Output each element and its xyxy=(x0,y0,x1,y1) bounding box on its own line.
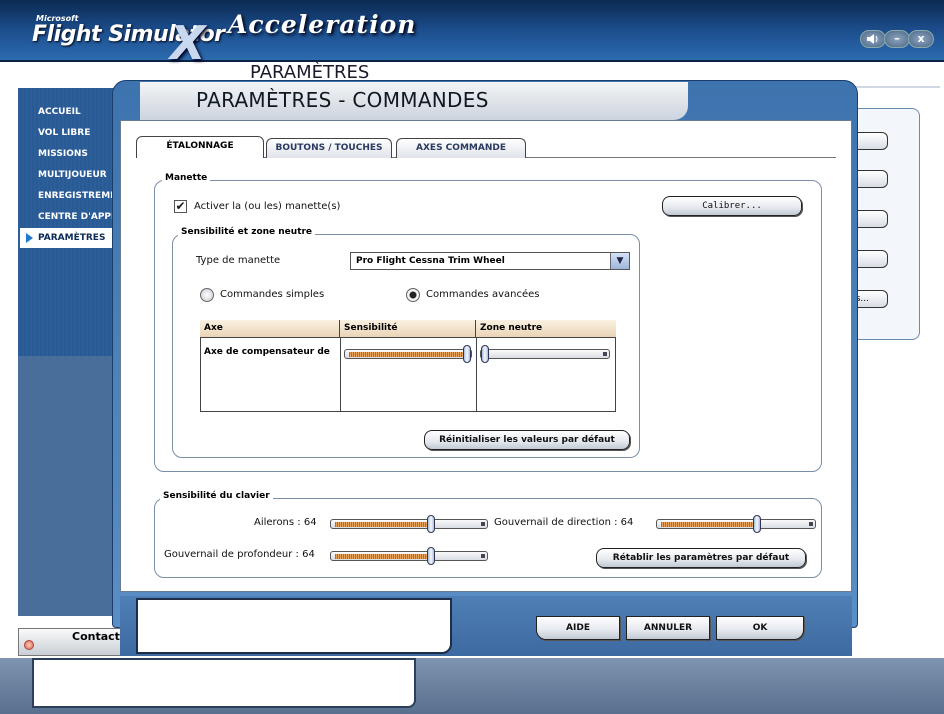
tab-axes-commande[interactable]: AXES COMMANDE xyxy=(396,138,526,158)
ailerons-label: Ailerons : 64 xyxy=(254,517,317,528)
keyboard-sensitivity-label: Sensibilité du clavier xyxy=(160,491,273,501)
help-button[interactable]: AIDE xyxy=(536,616,620,640)
speaker-icon[interactable] xyxy=(860,30,886,48)
table-header-sensibilite: Sensibilité xyxy=(340,320,476,338)
slider-end xyxy=(603,352,607,356)
restore-defaults-button[interactable]: Rétablir les paramètres par défaut xyxy=(596,548,806,568)
slider-thumb[interactable] xyxy=(427,547,435,565)
slider-fill xyxy=(335,522,431,527)
slider-fill xyxy=(349,352,467,357)
rudder-label: Gouvernail de direction : 64 xyxy=(494,517,634,528)
radio-advanced[interactable] xyxy=(406,288,420,302)
joystick-group-label: Manette xyxy=(162,173,211,183)
sidebar-item-multijoueur[interactable]: MULTIJOUEUR xyxy=(20,165,120,185)
brand-x-logo: X xyxy=(170,16,206,70)
enable-joystick-checkbox[interactable]: ✔ xyxy=(174,200,187,213)
slider-end xyxy=(481,522,485,526)
sidebar-item-enregistrement[interactable]: ENREGISTREMENT xyxy=(20,186,120,206)
slider-fill xyxy=(661,522,757,527)
cancel-button[interactable]: ANNULER xyxy=(626,616,710,640)
tab-boutons-touches[interactable]: BOUTONS / TOUCHES xyxy=(266,138,392,158)
slider-fill xyxy=(335,554,431,559)
tab-etalonnage[interactable]: ÉTALONNAGE xyxy=(136,136,264,158)
radio-simple[interactable] xyxy=(200,288,214,302)
contacts-label[interactable]: Contacts xyxy=(72,630,126,643)
sidebar-item-parametres[interactable]: PARAMÈTRES xyxy=(20,228,120,248)
slider-end xyxy=(809,522,813,526)
slider-thumb[interactable] xyxy=(753,515,761,533)
bottom-panel xyxy=(32,658,416,708)
dialog-title: PARAMÈTRES - COMMANDES xyxy=(196,88,489,112)
edition-logo: Acceleration xyxy=(228,10,417,39)
table-header-zone-neutre: Zone neutre xyxy=(476,320,616,338)
elevator-slider[interactable] xyxy=(330,547,488,565)
sensitivity-group-label: Sensibilité et zone neutre xyxy=(178,227,316,237)
slider-end xyxy=(481,554,485,558)
sidebar-item-accueil[interactable]: ACCUEIL xyxy=(20,102,120,122)
table-header-axe: Axe xyxy=(200,320,340,338)
chevron-down-icon[interactable]: ▼ xyxy=(610,253,629,269)
rudder-slider[interactable] xyxy=(656,515,816,533)
radio-simple-label: Commandes simples xyxy=(220,289,325,300)
slider-thumb[interactable] xyxy=(427,515,435,533)
sidebar-item-vol-libre[interactable]: VOL LIBRE xyxy=(20,123,120,143)
sidebar-item-centre-apprentissage[interactable]: CENTRE D'APPRENTISSAGE xyxy=(20,207,120,227)
null-zone-slider[interactable] xyxy=(480,345,610,363)
table-row-axis: Axe de compensateur de xyxy=(204,347,330,357)
slider-thumb[interactable] xyxy=(463,345,471,363)
slider-thumb[interactable] xyxy=(481,345,489,363)
reset-defaults-button[interactable]: Réinitialiser les valeurs par défaut xyxy=(424,430,630,450)
ok-button[interactable]: OK xyxy=(716,616,804,640)
close-button[interactable]: x xyxy=(908,30,934,48)
controller-type-label: Type de manette xyxy=(196,255,281,266)
calibrate-button[interactable]: Calibrer... xyxy=(662,196,802,216)
radio-advanced-label: Commandes avancées xyxy=(426,289,540,300)
minimize-button[interactable]: – xyxy=(884,30,910,48)
column-separator xyxy=(476,338,477,412)
sensitivity-slider[interactable] xyxy=(344,345,472,363)
contacts-status-icon xyxy=(24,640,34,650)
enable-joystick-label: Activer la (ou les) manette(s) xyxy=(194,201,341,212)
dialog-footer-panel xyxy=(136,598,452,654)
sidebar-item-missions[interactable]: MISSIONS xyxy=(20,144,120,164)
sidebar-lower xyxy=(18,356,122,616)
column-separator xyxy=(340,338,341,412)
controller-type-select[interactable]: Pro Flight Cessna Trim Wheel xyxy=(350,252,630,270)
ailerons-slider[interactable] xyxy=(330,515,488,533)
elevator-label: Gouvernail de profondeur : 64 xyxy=(164,549,315,560)
